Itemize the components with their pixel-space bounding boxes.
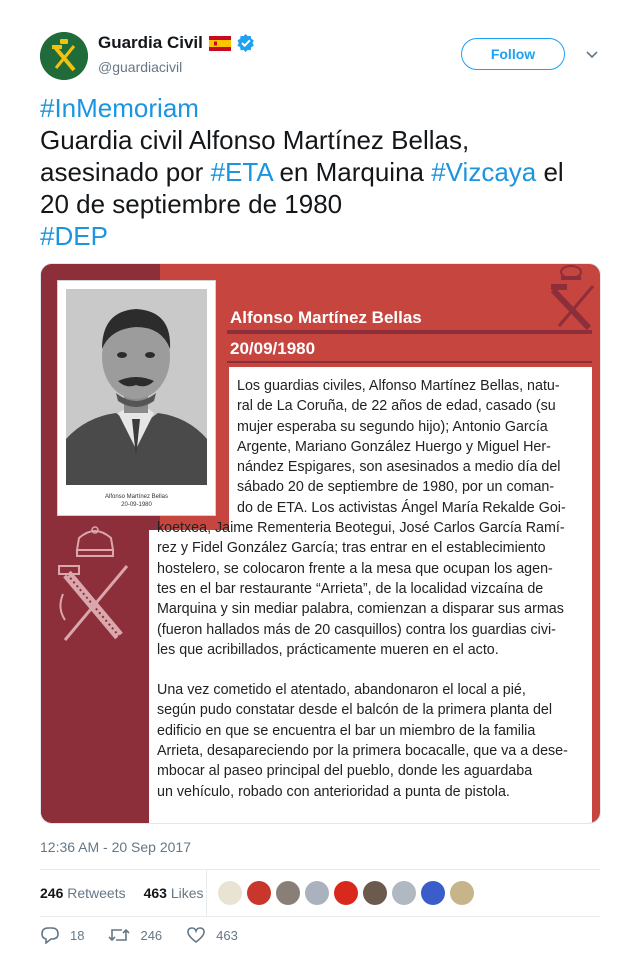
- tweet-text-segment: en Marquina: [272, 157, 432, 187]
- liker-avatar[interactable]: [334, 881, 358, 905]
- liker-avatar[interactable]: [450, 881, 474, 905]
- hashtag-link[interactable]: #ETA: [211, 157, 273, 187]
- info-rule: [227, 330, 592, 334]
- article-line: Arrieta, desapareciendo por la primera b…: [157, 743, 568, 760]
- retweets-label: Retweets: [67, 885, 126, 901]
- retweet-button[interactable]: 246: [108, 926, 162, 944]
- author-name-row[interactable]: Guardia Civil: [98, 33, 255, 53]
- retweets-stat[interactable]: 246 Retweets: [40, 885, 126, 901]
- retweet-count: 246: [140, 927, 163, 943]
- tweet-text-line: 20 de septiembre de 1980: [40, 188, 610, 220]
- liker-avatar[interactable]: [218, 881, 242, 905]
- article-line: ral de La Coruña, de 22 años de edad, ca…: [237, 398, 556, 415]
- heart-icon: [187, 927, 205, 944]
- victim-name: Alfonso Martínez Bellas: [230, 308, 422, 327]
- liker-avatar[interactable]: [247, 881, 271, 905]
- hashtag-link[interactable]: #InMemoriam: [40, 93, 199, 123]
- liker-avatars: [218, 881, 474, 905]
- article-line: Los guardias civiles, Alfonso Martínez B…: [237, 378, 560, 394]
- tweet-media-image[interactable]: Alfonso Martínez Bellas 20-09-1980 Alfon…: [40, 263, 601, 824]
- reply-icon: [41, 927, 59, 944]
- divider-bottom: [40, 916, 600, 917]
- article-line: mujer esperaba su segundo hijo); Antonio…: [237, 418, 548, 435]
- article-line: (fueron hallados más de 20 casquillos) c…: [157, 621, 556, 638]
- article-line: sábado 20 de septiembre de 1980, por un …: [237, 479, 555, 496]
- follow-button[interactable]: Follow: [461, 38, 565, 70]
- likes-label: Likes: [170, 885, 204, 901]
- stats-separator: [206, 870, 207, 916]
- tweet-text-line: asesinado por #ETA en Marquina #Vizcaya …: [40, 156, 610, 188]
- article-line: nández Espigares, son asesinados a medio…: [237, 459, 561, 476]
- article-body: Los guardias civiles, Alfonso Martínez B…: [157, 376, 583, 802]
- retweet-icon: [108, 928, 131, 942]
- article-line: Argente, Mariano González Huergo y Migue…: [237, 438, 551, 455]
- article-line: hostelero, se colocaron frente a la mesa…: [157, 560, 553, 577]
- verified-badge-icon: [237, 34, 254, 52]
- likes-stat[interactable]: 463 Likes: [144, 885, 204, 901]
- tweet-text: #InMemoriam Guardia civil Alfonso Martíne…: [40, 92, 610, 252]
- chevron-down-icon[interactable]: [584, 46, 600, 62]
- like-button[interactable]: 463: [186, 926, 238, 944]
- article-line: tes en el bar restaurante “Arrieta”, de …: [157, 580, 544, 597]
- article-line: edificio en que se encuentra el bar un m…: [157, 722, 536, 739]
- reply-count: 18: [70, 927, 85, 943]
- article-line: koetxea, Jaime Rementeria Beotegui, José…: [157, 520, 565, 537]
- hashtag-link[interactable]: #Vizcaya: [431, 157, 536, 187]
- tweet-text-segment: el: [536, 157, 564, 187]
- victim-date: 20/09/1980: [230, 339, 316, 358]
- likes-count: 463: [143, 885, 167, 901]
- like-count: 463: [216, 927, 238, 943]
- article-line: les que acribillados, prácticamente muer…: [157, 641, 499, 658]
- tweet-text-line: #DEP: [40, 220, 610, 252]
- info-rule-secondary: [227, 361, 592, 363]
- tweet-text-segment: 20 de septiembre de 1980: [40, 189, 343, 219]
- article-line: Una vez cometido el atentado, abandonaro…: [157, 682, 526, 699]
- article-line: un vehículo, robado con anterioridad a p…: [157, 783, 510, 800]
- liker-avatar[interactable]: [276, 881, 300, 905]
- tweet-text-segment: asesinado por: [40, 157, 211, 187]
- hashtag-link[interactable]: #DEP: [40, 221, 108, 251]
- spain-flag-icon: [208, 35, 231, 51]
- guardia-civil-crest-icon: [550, 265, 595, 331]
- liker-avatar[interactable]: [392, 881, 416, 905]
- author-display-name[interactable]: Guardia Civil: [98, 33, 203, 53]
- article-line: Marquina y sin mediar palabra, comienzan…: [157, 601, 564, 618]
- reply-button[interactable]: 18: [40, 926, 84, 944]
- article-line: según pudo constatar desde el balcón de …: [157, 702, 553, 719]
- article-line: rez y Fidel González García; tras entrar…: [157, 540, 546, 557]
- tweet-timestamp[interactable]: 12:36 AM - 20 Sep 2017: [40, 839, 191, 855]
- author-handle[interactable]: @guardiacivil: [98, 59, 182, 75]
- tweet-text-line: Guardia civil Alfonso Martínez Bellas,: [40, 124, 610, 156]
- engagement-stats: 246 Retweets 463 Likes: [40, 870, 204, 916]
- liker-avatar[interactable]: [305, 881, 329, 905]
- tweet-text-segment: Guardia civil Alfonso Martínez Bellas,: [40, 125, 470, 155]
- article-line: mbocar al paseo principal del pueblo, do…: [157, 763, 533, 780]
- tweet-actions: 18 246 463: [40, 926, 262, 944]
- liker-avatar[interactable]: [421, 881, 445, 905]
- retweets-count: 246: [40, 885, 64, 901]
- crown-crest-icon: [58, 526, 129, 641]
- liker-avatar[interactable]: [363, 881, 387, 905]
- article-line: do de ETA. Los activistas Ángel María Re…: [237, 499, 566, 516]
- tweet-text-line: #InMemoriam: [40, 92, 610, 124]
- guardia-civil-emblem-icon: [40, 32, 88, 80]
- author-avatar[interactable]: [40, 32, 88, 80]
